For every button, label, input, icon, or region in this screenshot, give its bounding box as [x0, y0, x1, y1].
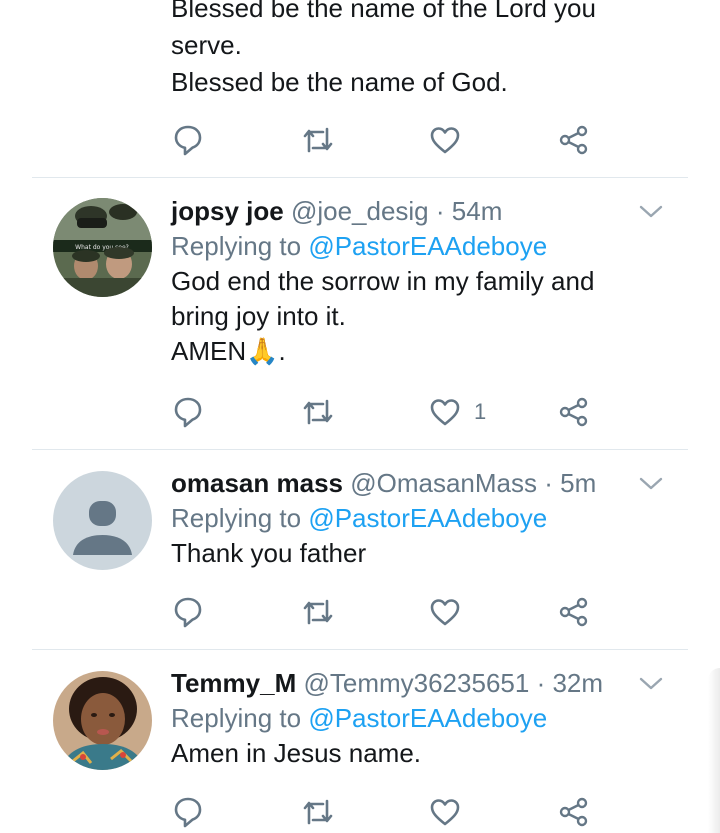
reply-button[interactable] [173, 594, 203, 630]
tweet-text-line: Blessed be the name of God. [171, 67, 508, 97]
share-button[interactable] [559, 794, 589, 830]
tweet-actions [170, 122, 610, 158]
like-count: 1 [474, 399, 487, 424]
replying-to-label: Replying to [171, 703, 302, 733]
scroll-edge-shadow [708, 668, 720, 833]
previous-tweet-text: Blessed be the name of the Lord you serv… [171, 0, 691, 101]
tweet-text-line: AMEN🙏. [171, 336, 286, 366]
reply-icon [174, 397, 202, 428]
reply-icon [174, 125, 202, 156]
tweet-header: omasan mass @OmasanMass · 5m [171, 466, 671, 500]
avatar-image: What do you see? [53, 198, 152, 297]
reply-button[interactable] [173, 394, 203, 430]
tweet-header: jopsy joe @joe_desig · 54m [171, 194, 671, 228]
display-name[interactable]: jopsy joe [171, 196, 284, 226]
divider [32, 177, 688, 178]
tweet-actions [170, 594, 610, 630]
tweet-text-line: Amen in Jesus name. [171, 738, 422, 768]
chevron-down-icon[interactable] [638, 202, 664, 222]
retweet-button[interactable] [301, 122, 335, 158]
replying-to: Replying to @PastorEAAdeboye [171, 500, 671, 536]
share-icon [559, 125, 588, 155]
like-button[interactable]: 1 [430, 394, 486, 430]
reply-icon [174, 597, 202, 628]
handle[interactable]: @Temmy36235651 [303, 668, 529, 698]
replying-to-label: Replying to [171, 503, 302, 533]
retweet-icon [303, 127, 333, 153]
mention-link[interactable]: @PastorEAAdeboye [308, 503, 547, 533]
like-button[interactable] [430, 594, 460, 630]
retweet-button[interactable] [301, 594, 335, 630]
timestamp: · 54m [435, 196, 503, 226]
share-icon [559, 797, 588, 827]
tweet-text-line: bring joy into it. [171, 301, 346, 331]
tweet-actions: 1 [170, 394, 610, 430]
replying-to: Replying to @PastorEAAdeboye [171, 700, 671, 736]
mention-link[interactable]: @PastorEAAdeboye [308, 703, 547, 733]
tweet-text-line: Blessed be the name of the Lord you [171, 0, 596, 23]
retweet-icon [303, 399, 333, 425]
tweet-actions [170, 794, 610, 830]
timestamp: · 5m [544, 468, 597, 498]
retweet-button[interactable] [301, 794, 335, 830]
tweet-text-line: God end the sorrow in my family and [171, 266, 595, 296]
display-name[interactable]: Temmy_M [171, 668, 296, 698]
chevron-down-icon[interactable] [638, 474, 664, 494]
replying-to-label: Replying to [171, 231, 302, 261]
tweet-text-line: Thank you father [171, 538, 367, 568]
avatar[interactable]: What do you see? [53, 198, 152, 297]
replying-to: Replying to @PastorEAAdeboye [171, 228, 671, 264]
reply-icon [174, 797, 202, 828]
heart-icon [430, 799, 460, 826]
avatar[interactable] [53, 671, 152, 770]
handle[interactable]: @OmasanMass [350, 468, 537, 498]
heart-icon [430, 599, 460, 626]
reply-button[interactable] [173, 794, 203, 830]
display-name[interactable]: omasan mass [171, 468, 343, 498]
like-button[interactable] [430, 122, 460, 158]
tweet-text-line: serve. [171, 30, 242, 60]
avatar-image [53, 671, 152, 770]
retweet-icon [303, 599, 333, 625]
heart-icon [430, 127, 460, 154]
divider [32, 649, 688, 650]
share-icon [559, 397, 588, 427]
share-button[interactable] [559, 122, 589, 158]
default-avatar-icon [53, 471, 152, 570]
chevron-down-icon[interactable] [638, 674, 664, 694]
divider [32, 449, 688, 450]
share-button[interactable] [559, 594, 589, 630]
share-icon [559, 597, 588, 627]
retweet-button[interactable] [301, 394, 335, 430]
tweet-header: Temmy_M @Temmy36235651 · 32m [171, 666, 671, 700]
handle[interactable]: @joe_desig [291, 196, 429, 226]
mention-link[interactable]: @PastorEAAdeboye [308, 231, 547, 261]
avatar[interactable] [53, 471, 152, 570]
reply-button[interactable] [173, 122, 203, 158]
retweet-icon [303, 799, 333, 825]
timestamp: · 32m [536, 668, 604, 698]
heart-icon [430, 399, 460, 426]
like-button[interactable] [430, 794, 460, 830]
share-button[interactable] [559, 394, 589, 430]
